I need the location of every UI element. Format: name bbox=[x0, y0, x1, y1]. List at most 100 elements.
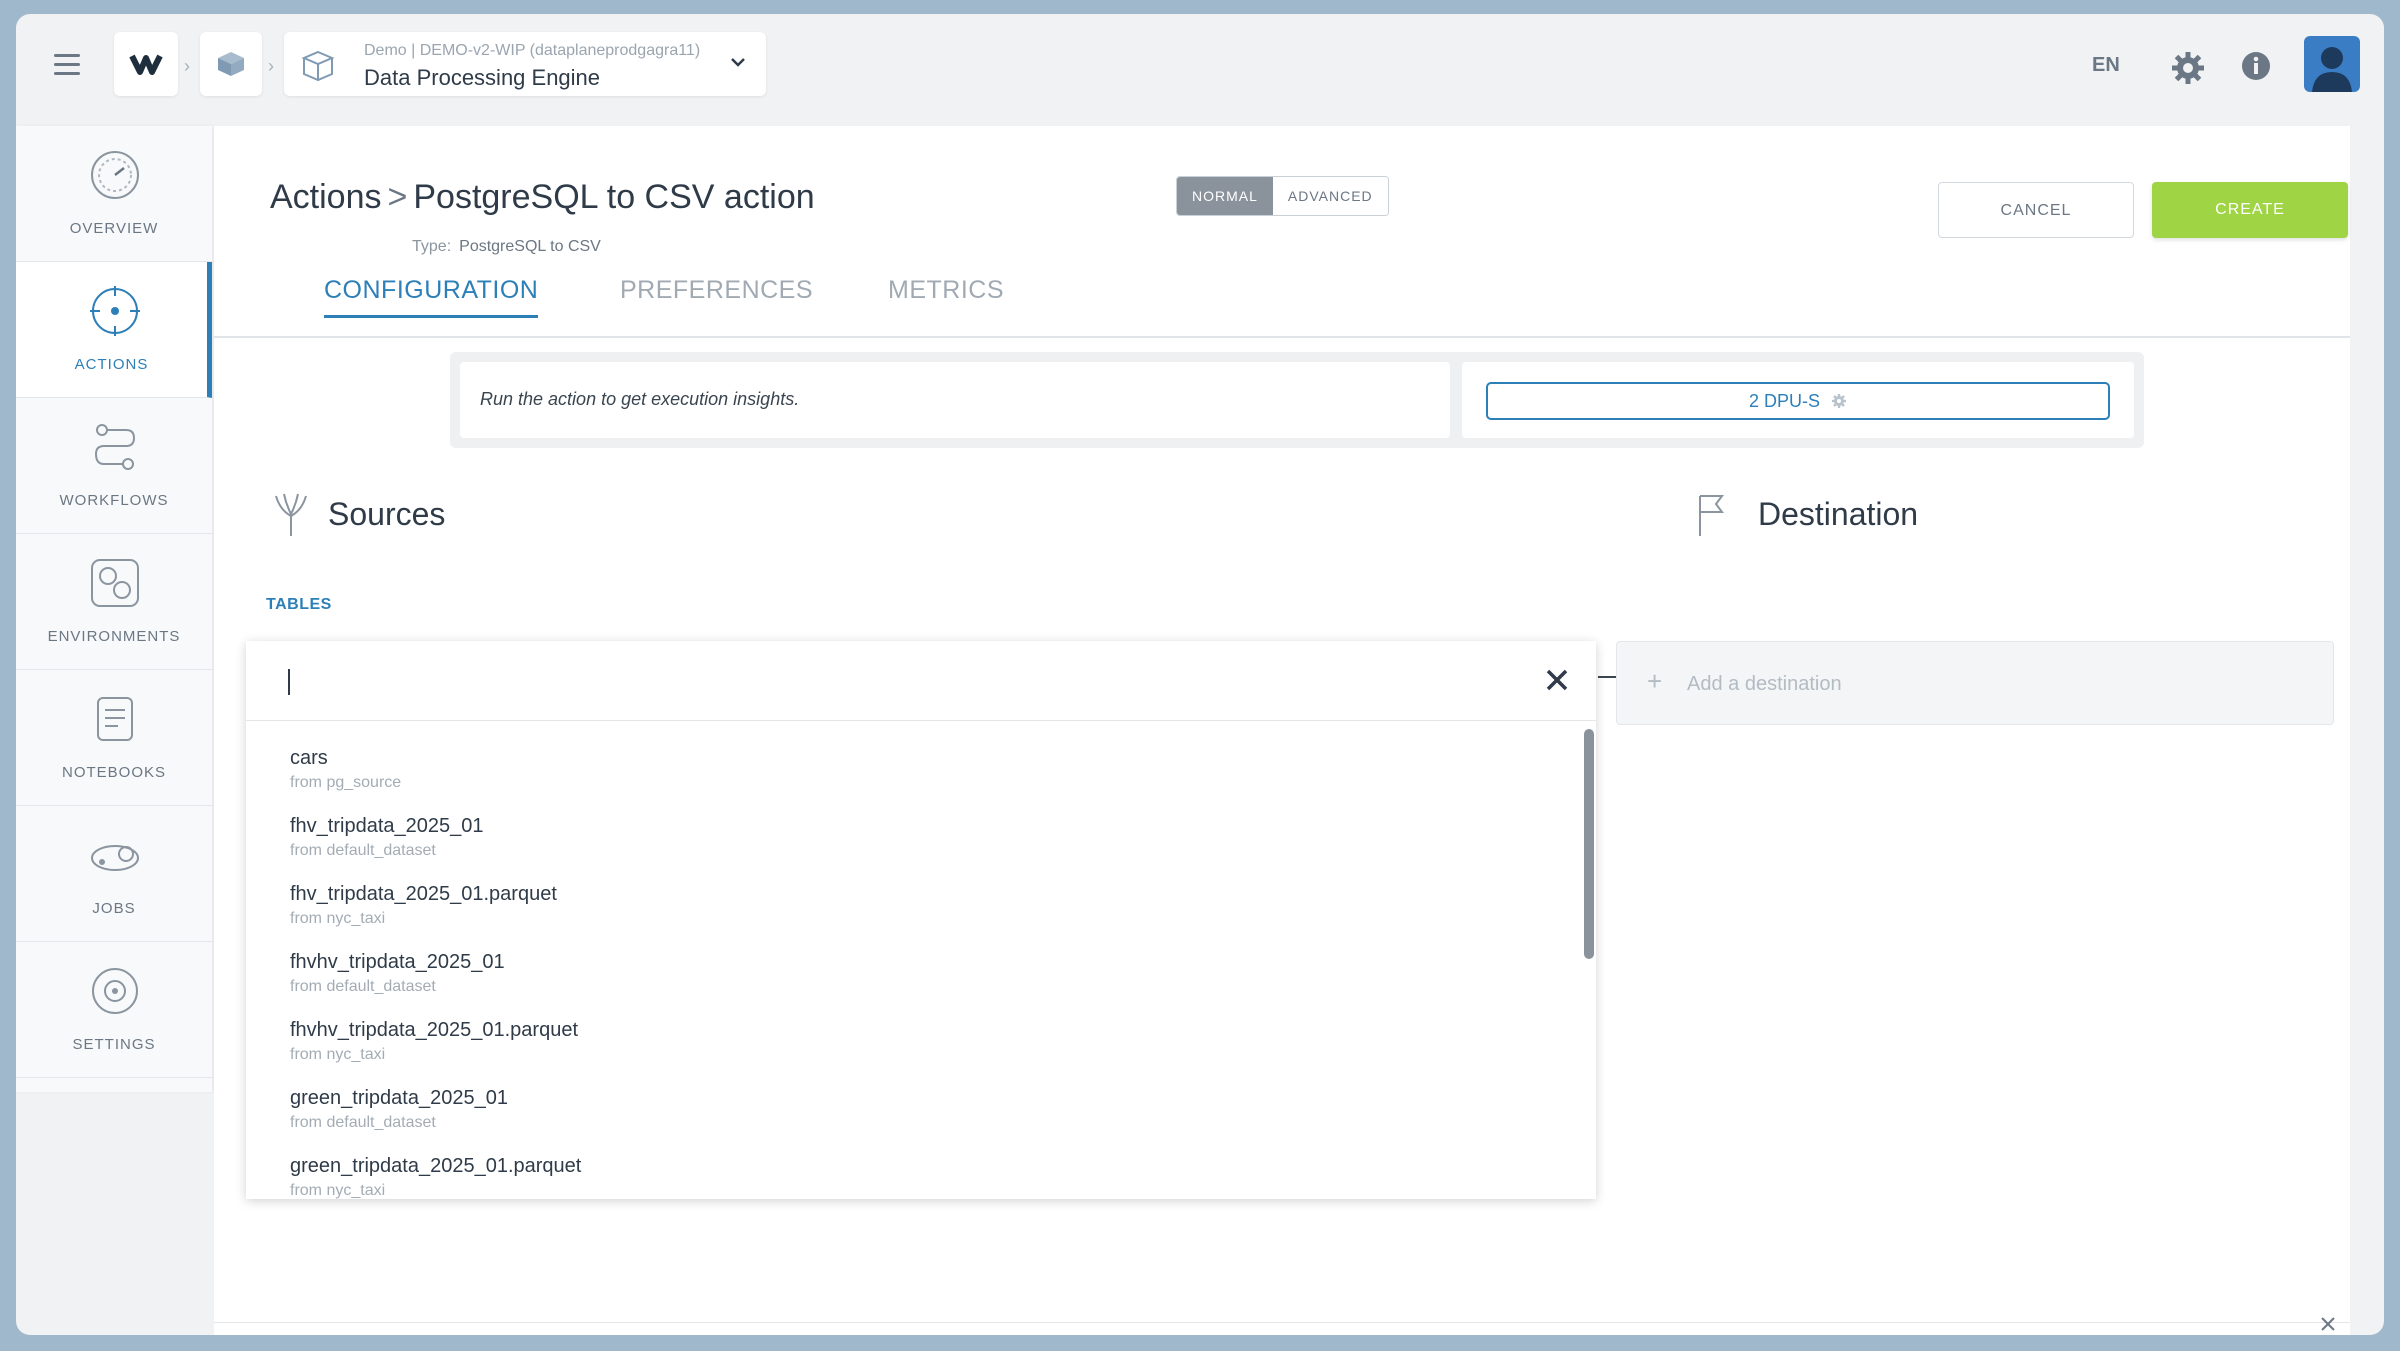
text-cursor bbox=[288, 669, 290, 695]
tab-bar: CONFIGURATION PREFERENCES METRICS bbox=[214, 276, 2350, 338]
sidebar-item-settings[interactable]: SETTINGS bbox=[16, 942, 212, 1078]
list-scrollbar[interactable] bbox=[1584, 729, 1594, 959]
breadcrumb-actions-link[interactable]: Actions bbox=[270, 178, 382, 216]
project-selector[interactable]: Demo | DEMO-v2-WIP (dataplaneprodgagra11… bbox=[284, 32, 766, 96]
list-item[interactable]: green_tripdata_2025_01 from default_data… bbox=[290, 1087, 508, 1155]
brand-logo-icon bbox=[129, 54, 163, 75]
table-source: from default_dataset bbox=[290, 978, 436, 995]
cube-stack-icon bbox=[218, 52, 244, 76]
action-name: PostgreSQL to CSV action bbox=[413, 178, 815, 216]
breadcrumb-separator: › bbox=[268, 56, 274, 76]
gear-icon[interactable] bbox=[2170, 50, 2206, 86]
project-subtitle: Demo | DEMO-v2-WIP (dataplaneprodgagra11… bbox=[364, 42, 701, 59]
list-item[interactable]: fhvhv_tripdata_2025_01 from default_data… bbox=[290, 951, 505, 1019]
table-search-input[interactable] bbox=[246, 641, 1596, 721]
list-item[interactable]: green_tripdata_2025_01.parquet from nyc_… bbox=[290, 1155, 581, 1199]
tab-metrics[interactable]: METRICS bbox=[888, 276, 1004, 315]
table-list: cars from pg_source fhv_tripdata_2025_01… bbox=[246, 721, 1596, 1199]
table-source: from nyc_taxi bbox=[290, 1182, 386, 1199]
destination-flag-icon bbox=[1699, 495, 1724, 536]
create-button[interactable]: CREATE bbox=[2152, 182, 2348, 238]
dpu-button[interactable]: 2 DPU-S bbox=[1486, 382, 2110, 420]
sources-tree-icon bbox=[275, 493, 307, 536]
sidebar-item-label: SETTINGS bbox=[72, 1036, 156, 1053]
environments-icon bbox=[91, 559, 139, 607]
table-name: fhvhv_tripdata_2025_01 bbox=[290, 951, 505, 973]
main-panel: Actions > PostgreSQL to CSV action Type: Po… bbox=[214, 126, 2350, 1335]
table-name: cars bbox=[290, 747, 328, 769]
table-source: from nyc_taxi bbox=[290, 910, 386, 927]
sidebar-item-actions[interactable]: ACTIONS bbox=[16, 262, 212, 398]
project-title: Data Processing Engine bbox=[364, 65, 601, 90]
notebooks-icon bbox=[97, 697, 133, 741]
add-destination-button[interactable]: + Add a destination bbox=[1616, 641, 2334, 725]
table-name: fhv_tripdata_2025_01.parquet bbox=[290, 883, 557, 905]
sidebar-item-label: OVERVIEW bbox=[69, 220, 159, 237]
user-avatar-icon bbox=[2312, 47, 2352, 92]
list-item[interactable]: fhv_tripdata_2025_01 from default_datase… bbox=[290, 815, 484, 883]
add-destination-label: Add a destination bbox=[1687, 673, 1842, 695]
sidebar-item-label: NOTEBOOKS bbox=[61, 764, 167, 781]
info-icon[interactable] bbox=[2240, 50, 2272, 82]
destination-title: Destination bbox=[1758, 496, 1919, 532]
table-name: green_tripdata_2025_01.parquet bbox=[290, 1155, 582, 1177]
avatar[interactable] bbox=[2304, 36, 2360, 92]
table-source: from pg_source bbox=[290, 774, 402, 791]
mode-normal-button[interactable]: NORMAL bbox=[1177, 177, 1273, 215]
list-item[interactable]: cars from pg_source bbox=[290, 747, 401, 815]
sources-title: Sources bbox=[328, 496, 446, 532]
tables-label: TABLES bbox=[266, 596, 332, 613]
close-icon[interactable] bbox=[1540, 663, 1574, 697]
sidebar: OVERVIEW ACTIONS WORKFLOWS ENVIRONMENTS … bbox=[16, 126, 212, 1092]
table-source: from default_dataset bbox=[290, 842, 436, 859]
tab-preferences[interactable]: PREFERENCES bbox=[620, 276, 813, 315]
actions-target-icon bbox=[90, 286, 140, 336]
gear-icon bbox=[1832, 394, 1847, 408]
jobs-icon bbox=[91, 845, 139, 871]
sidebar-item-overview[interactable]: OVERVIEW bbox=[16, 126, 212, 262]
app-window: › › Demo | DEMO-v2-WIP (dataplaneprodgag… bbox=[16, 14, 2384, 1335]
breadcrumb-separator: > bbox=[387, 178, 408, 216]
sidebar-item-label: ACTIONS bbox=[74, 356, 149, 373]
sidebar-item-notebooks[interactable]: NOTEBOOKS bbox=[16, 670, 212, 806]
table-select-dropdown: cars from pg_source fhv_tripdata_2025_01… bbox=[246, 641, 1596, 1199]
list-item[interactable]: fhvhv_tripdata_2025_01.parquet from nyc_… bbox=[290, 1019, 578, 1087]
sidebar-item-jobs[interactable]: JOBS bbox=[16, 806, 212, 942]
top-bar: › › Demo | DEMO-v2-WIP (dataplaneprodgag… bbox=[16, 14, 2384, 124]
bottom-panel-edge bbox=[214, 1322, 2350, 1335]
sidebar-item-workflows[interactable]: WORKFLOWS bbox=[16, 398, 212, 534]
sidebar-item-label: ENVIRONMENTS bbox=[47, 628, 181, 645]
table-source: from nyc_taxi bbox=[290, 1046, 386, 1063]
connector-line bbox=[1598, 676, 1616, 678]
settings-icon bbox=[92, 968, 138, 1014]
chevron-down-icon[interactable] bbox=[728, 52, 748, 72]
workflows-icon bbox=[94, 424, 136, 470]
list-item[interactable]: fhv_tripdata_2025_01.parquet from nyc_ta… bbox=[290, 883, 557, 951]
sidebar-item-environments[interactable]: ENVIRONMENTS bbox=[16, 534, 212, 670]
plus-icon: + bbox=[1647, 666, 1663, 696]
logo-button[interactable] bbox=[114, 32, 178, 96]
type-label: Type: bbox=[412, 238, 452, 255]
mode-toggle: NORMAL ADVANCED bbox=[1176, 176, 1389, 216]
type-value: PostgreSQL to CSV bbox=[459, 238, 601, 255]
dpu-box: 2 DPU-S bbox=[1462, 362, 2134, 438]
project-box-icon bbox=[301, 50, 335, 82]
close-icon[interactable] bbox=[2318, 1314, 2338, 1334]
organization-button[interactable] bbox=[200, 32, 262, 96]
menu-icon[interactable] bbox=[54, 54, 80, 76]
insights-message-box: Run the action to get execution insights… bbox=[460, 362, 1450, 438]
overview-dial-icon bbox=[91, 151, 139, 199]
insights-message: Run the action to get execution insights… bbox=[480, 389, 800, 409]
sidebar-item-label: JOBS bbox=[92, 900, 136, 917]
execution-insights: Run the action to get execution insights… bbox=[450, 352, 2144, 448]
tab-configuration[interactable]: CONFIGURATION bbox=[324, 276, 539, 318]
page-title: Actions > PostgreSQL to CSV action bbox=[270, 178, 815, 217]
sidebar-item-label: WORKFLOWS bbox=[59, 492, 169, 509]
table-name: green_tripdata_2025_01 bbox=[290, 1087, 508, 1109]
language-selector[interactable]: EN bbox=[2092, 54, 2120, 77]
breadcrumb-separator: › bbox=[184, 56, 190, 76]
table-name: fhvhv_tripdata_2025_01.parquet bbox=[290, 1019, 579, 1041]
cancel-button[interactable]: CANCEL bbox=[1938, 182, 2134, 238]
dpu-label: 2 DPU-S bbox=[1748, 391, 1820, 411]
mode-advanced-button[interactable]: ADVANCED bbox=[1272, 177, 1388, 215]
